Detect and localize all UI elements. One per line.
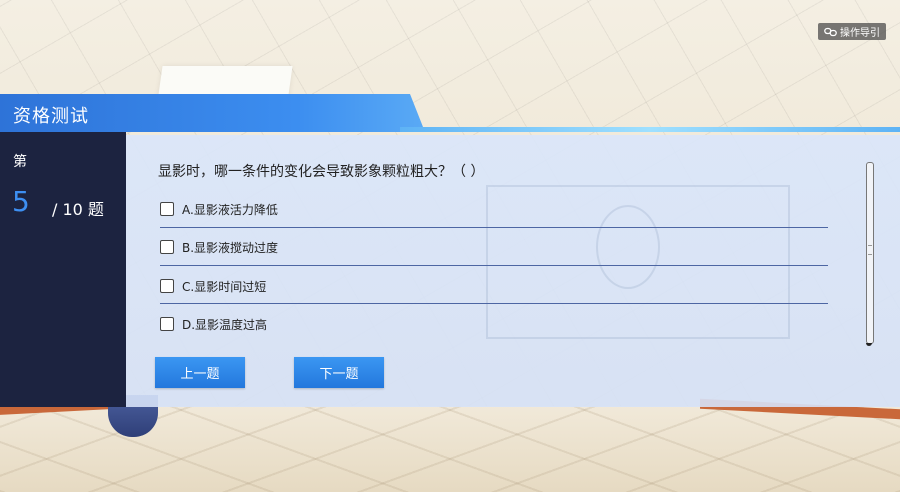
question-progress-panel: 第 5 / 10 题 <box>0 132 126 407</box>
option-label: A.显影液活力降低 <box>182 202 278 217</box>
current-question-number: 5 <box>12 185 30 218</box>
next-question-button[interactable]: 下一题 <box>294 357 384 388</box>
option-label: B.显影液搅动过度 <box>182 240 279 255</box>
option-label: D.显影温度过高 <box>182 317 268 332</box>
option-checkbox[interactable] <box>160 317 174 331</box>
option-checkbox[interactable] <box>160 202 174 216</box>
question-panel: 显影时，哪一条件的变化会导致影象颗粒粗大？（ ） A.显影液活力降低 B.显影液… <box>126 135 900 407</box>
previous-question-button[interactable]: 上一题 <box>155 357 245 388</box>
operation-guide-button[interactable]: 操作导引 <box>818 23 886 40</box>
option-divider <box>160 303 828 304</box>
page-title: 资格测试 <box>13 106 89 127</box>
option-divider <box>160 227 828 228</box>
option-a[interactable]: A.显影液活力降低 <box>160 194 828 224</box>
option-checkbox[interactable] <box>160 279 174 293</box>
scrollbar-grip[interactable] <box>868 245 872 255</box>
chain-link-icon <box>824 27 837 37</box>
title-bar: 资格测试 <box>0 94 900 132</box>
option-c[interactable]: C.显影时间过短 <box>160 271 828 301</box>
question-scrollbar[interactable] <box>866 162 874 346</box>
progress-prefix: 第 <box>13 154 27 170</box>
option-checkbox[interactable] <box>160 240 174 254</box>
title-underline <box>400 127 900 132</box>
total-questions: / 10 题 <box>52 200 104 219</box>
option-b[interactable]: B.显影液搅动过度 <box>160 232 828 262</box>
option-label: C.显影时间过短 <box>182 279 267 294</box>
question-text: 显影时，哪一条件的变化会导致影象颗粒粗大？（ ） <box>158 164 485 180</box>
operation-guide-label: 操作导引 <box>840 28 880 39</box>
option-d[interactable]: D.显影温度过高 <box>160 309 828 339</box>
option-divider <box>160 265 828 266</box>
scrollbar-end <box>866 343 872 346</box>
